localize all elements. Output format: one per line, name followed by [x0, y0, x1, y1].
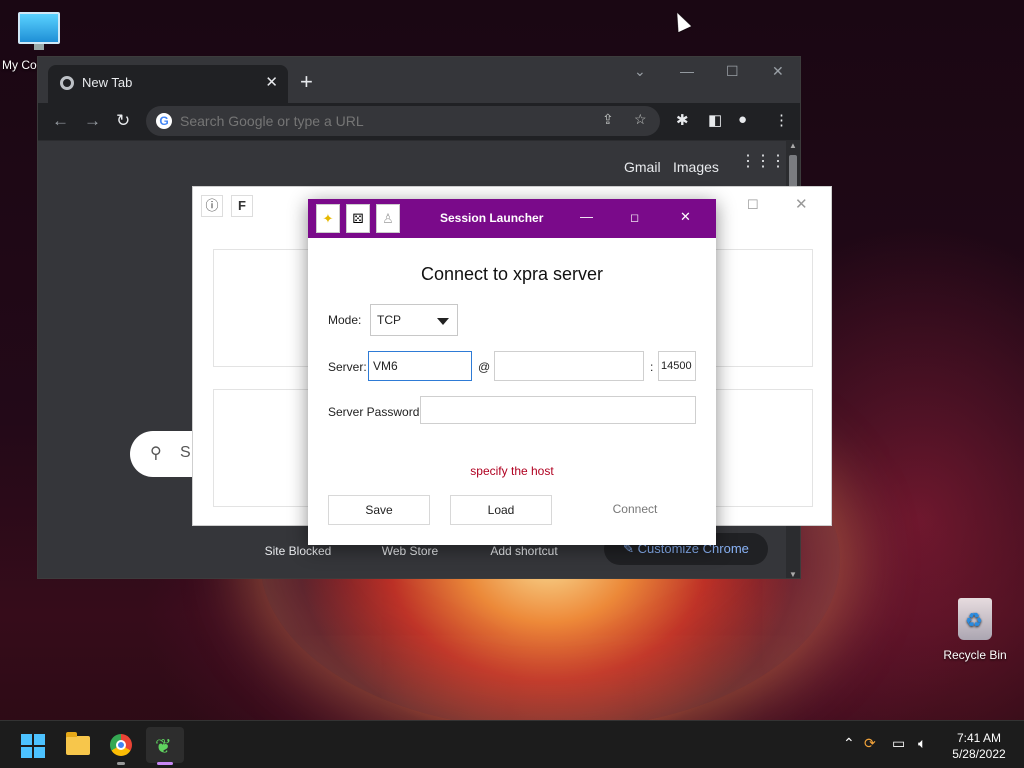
- server-host-input[interactable]: [494, 351, 644, 381]
- close-icon[interactable]: ✕: [680, 209, 691, 225]
- scroll-down-icon[interactable]: ▼: [789, 570, 797, 578]
- back-icon[interactable]: ←: [52, 111, 69, 131]
- shortcut-label[interactable]: Web Store: [360, 544, 460, 558]
- mode-value: TCP: [377, 313, 401, 327]
- launcher-title: Session Launcher: [440, 211, 544, 225]
- chrome-toolbar: ← → ↻ G ⇪ ☆ ✱ ◧ ● ⋮: [38, 103, 800, 141]
- scroll-thumb[interactable]: [789, 155, 797, 189]
- taskbar: ❦ ⌃ ⟳ ▭ 🔈︎ 7:41 AM 5/28/2022: [0, 720, 1024, 768]
- clock-time: 7:41 AM: [956, 731, 1002, 745]
- desktop-icon-my-computer[interactable]: My Co: [0, 8, 60, 72]
- profile-icon[interactable]: ●: [738, 111, 747, 128]
- connect-button[interactable]: Connect: [584, 495, 686, 525]
- minimize-icon[interactable]: —: [680, 63, 694, 79]
- at-sign: @: [478, 360, 491, 374]
- maximize-icon[interactable]: ☐: [747, 197, 759, 213]
- mode-select[interactable]: TCP: [370, 304, 458, 336]
- search-icon: ⚲: [150, 445, 162, 462]
- tab-search-icon[interactable]: ⌄: [634, 63, 646, 80]
- volume-icon[interactable]: 🔈︎: [918, 735, 926, 752]
- shortcut-label[interactable]: Add shortcut: [474, 544, 574, 558]
- images-link[interactable]: Images: [673, 159, 719, 175]
- server-label: Server:: [328, 360, 367, 374]
- apps-grid-icon[interactable]: ⋮⋮⋮: [740, 154, 786, 170]
- xpra-icon[interactable]: ❦: [146, 727, 184, 765]
- desktop-icon-label: My Co: [2, 58, 37, 72]
- reload-icon[interactable]: ↻: [116, 111, 130, 131]
- network-icon[interactable]: ▭: [892, 735, 905, 752]
- tab-new-tab[interactable]: New Tab ✕: [48, 65, 288, 103]
- google-icon: G: [156, 113, 172, 129]
- tab-title: New Tab: [82, 75, 133, 90]
- chevron-down-icon: [437, 318, 449, 325]
- port-separator: :: [650, 360, 654, 374]
- error-message: specify the host: [470, 464, 554, 478]
- desktop-icon-recycle-bin[interactable]: Recycle Bin: [940, 596, 1010, 662]
- sparkle-icon[interactable]: ✦: [316, 204, 340, 233]
- forward-icon[interactable]: →: [84, 111, 101, 131]
- dice-icon[interactable]: ⚄: [346, 204, 370, 233]
- load-button[interactable]: Load: [450, 495, 552, 525]
- shirt-icon[interactable]: ♙: [376, 204, 400, 233]
- computer-stand: [34, 44, 44, 50]
- recycle-bin-icon: [958, 598, 992, 640]
- app-logo-icon: F: [231, 195, 253, 217]
- computer-icon: [18, 12, 60, 44]
- server-port-input[interactable]: [658, 351, 696, 381]
- omnibox-input[interactable]: [180, 111, 580, 131]
- maximize-icon[interactable]: ☐: [726, 63, 739, 80]
- side-panel-icon[interactable]: ◧: [708, 111, 722, 129]
- tab-close-icon[interactable]: ✕: [265, 73, 278, 91]
- minimize-icon[interactable]: —: [580, 209, 593, 224]
- bookmark-star-icon[interactable]: ☆: [634, 111, 647, 128]
- new-tab-button[interactable]: +: [300, 69, 313, 95]
- scroll-up-icon[interactable]: ▲: [789, 141, 797, 150]
- start-icon[interactable]: [14, 727, 52, 763]
- sync-icon[interactable]: ⟳: [864, 735, 876, 752]
- chrome-icon[interactable]: [102, 727, 140, 765]
- close-window-icon[interactable]: ✕: [772, 63, 784, 80]
- shortcut-label[interactable]: Site Blocked: [248, 544, 348, 558]
- maximize-icon[interactable]: ◻: [630, 211, 639, 224]
- server-password-input[interactable]: [420, 396, 696, 424]
- file-explorer-icon[interactable]: [58, 727, 96, 763]
- share-icon[interactable]: ⇪: [602, 111, 614, 128]
- clock-date: 5/28/2022: [952, 747, 1006, 761]
- menu-icon[interactable]: ⋮: [774, 111, 789, 129]
- chrome-tabstrip: New Tab ✕ + ⌄ — ☐ ✕: [38, 57, 800, 103]
- server-username-input[interactable]: [368, 351, 472, 381]
- extensions-icon[interactable]: ✱: [676, 111, 689, 129]
- chevron-up-icon[interactable]: ⌃: [843, 735, 855, 752]
- mode-label: Mode:: [328, 313, 362, 327]
- info-icon[interactable]: ⓘ: [201, 195, 223, 217]
- launcher-titlebar[interactable]: ✦ ⚄ ♙ Session Launcher — ◻ ✕: [308, 199, 716, 238]
- password-label: Server Password:: [328, 405, 423, 419]
- chrome-favicon-icon: [60, 76, 74, 90]
- omnibox[interactable]: G ⇪ ☆: [146, 106, 660, 136]
- search-placeholder: S: [180, 444, 191, 461]
- session-launcher-dialog: ✦ ⚄ ♙ Session Launcher — ◻ ✕ Connect to …: [308, 199, 716, 545]
- save-button[interactable]: Save: [328, 495, 430, 525]
- close-icon[interactable]: ✕: [795, 195, 808, 213]
- desktop-icon-label: Recycle Bin: [943, 648, 1007, 662]
- gmail-link[interactable]: Gmail: [624, 159, 661, 175]
- connect-heading: Connect to xpra server: [420, 264, 604, 284]
- clock[interactable]: 7:41 AM 5/28/2022: [944, 730, 1014, 762]
